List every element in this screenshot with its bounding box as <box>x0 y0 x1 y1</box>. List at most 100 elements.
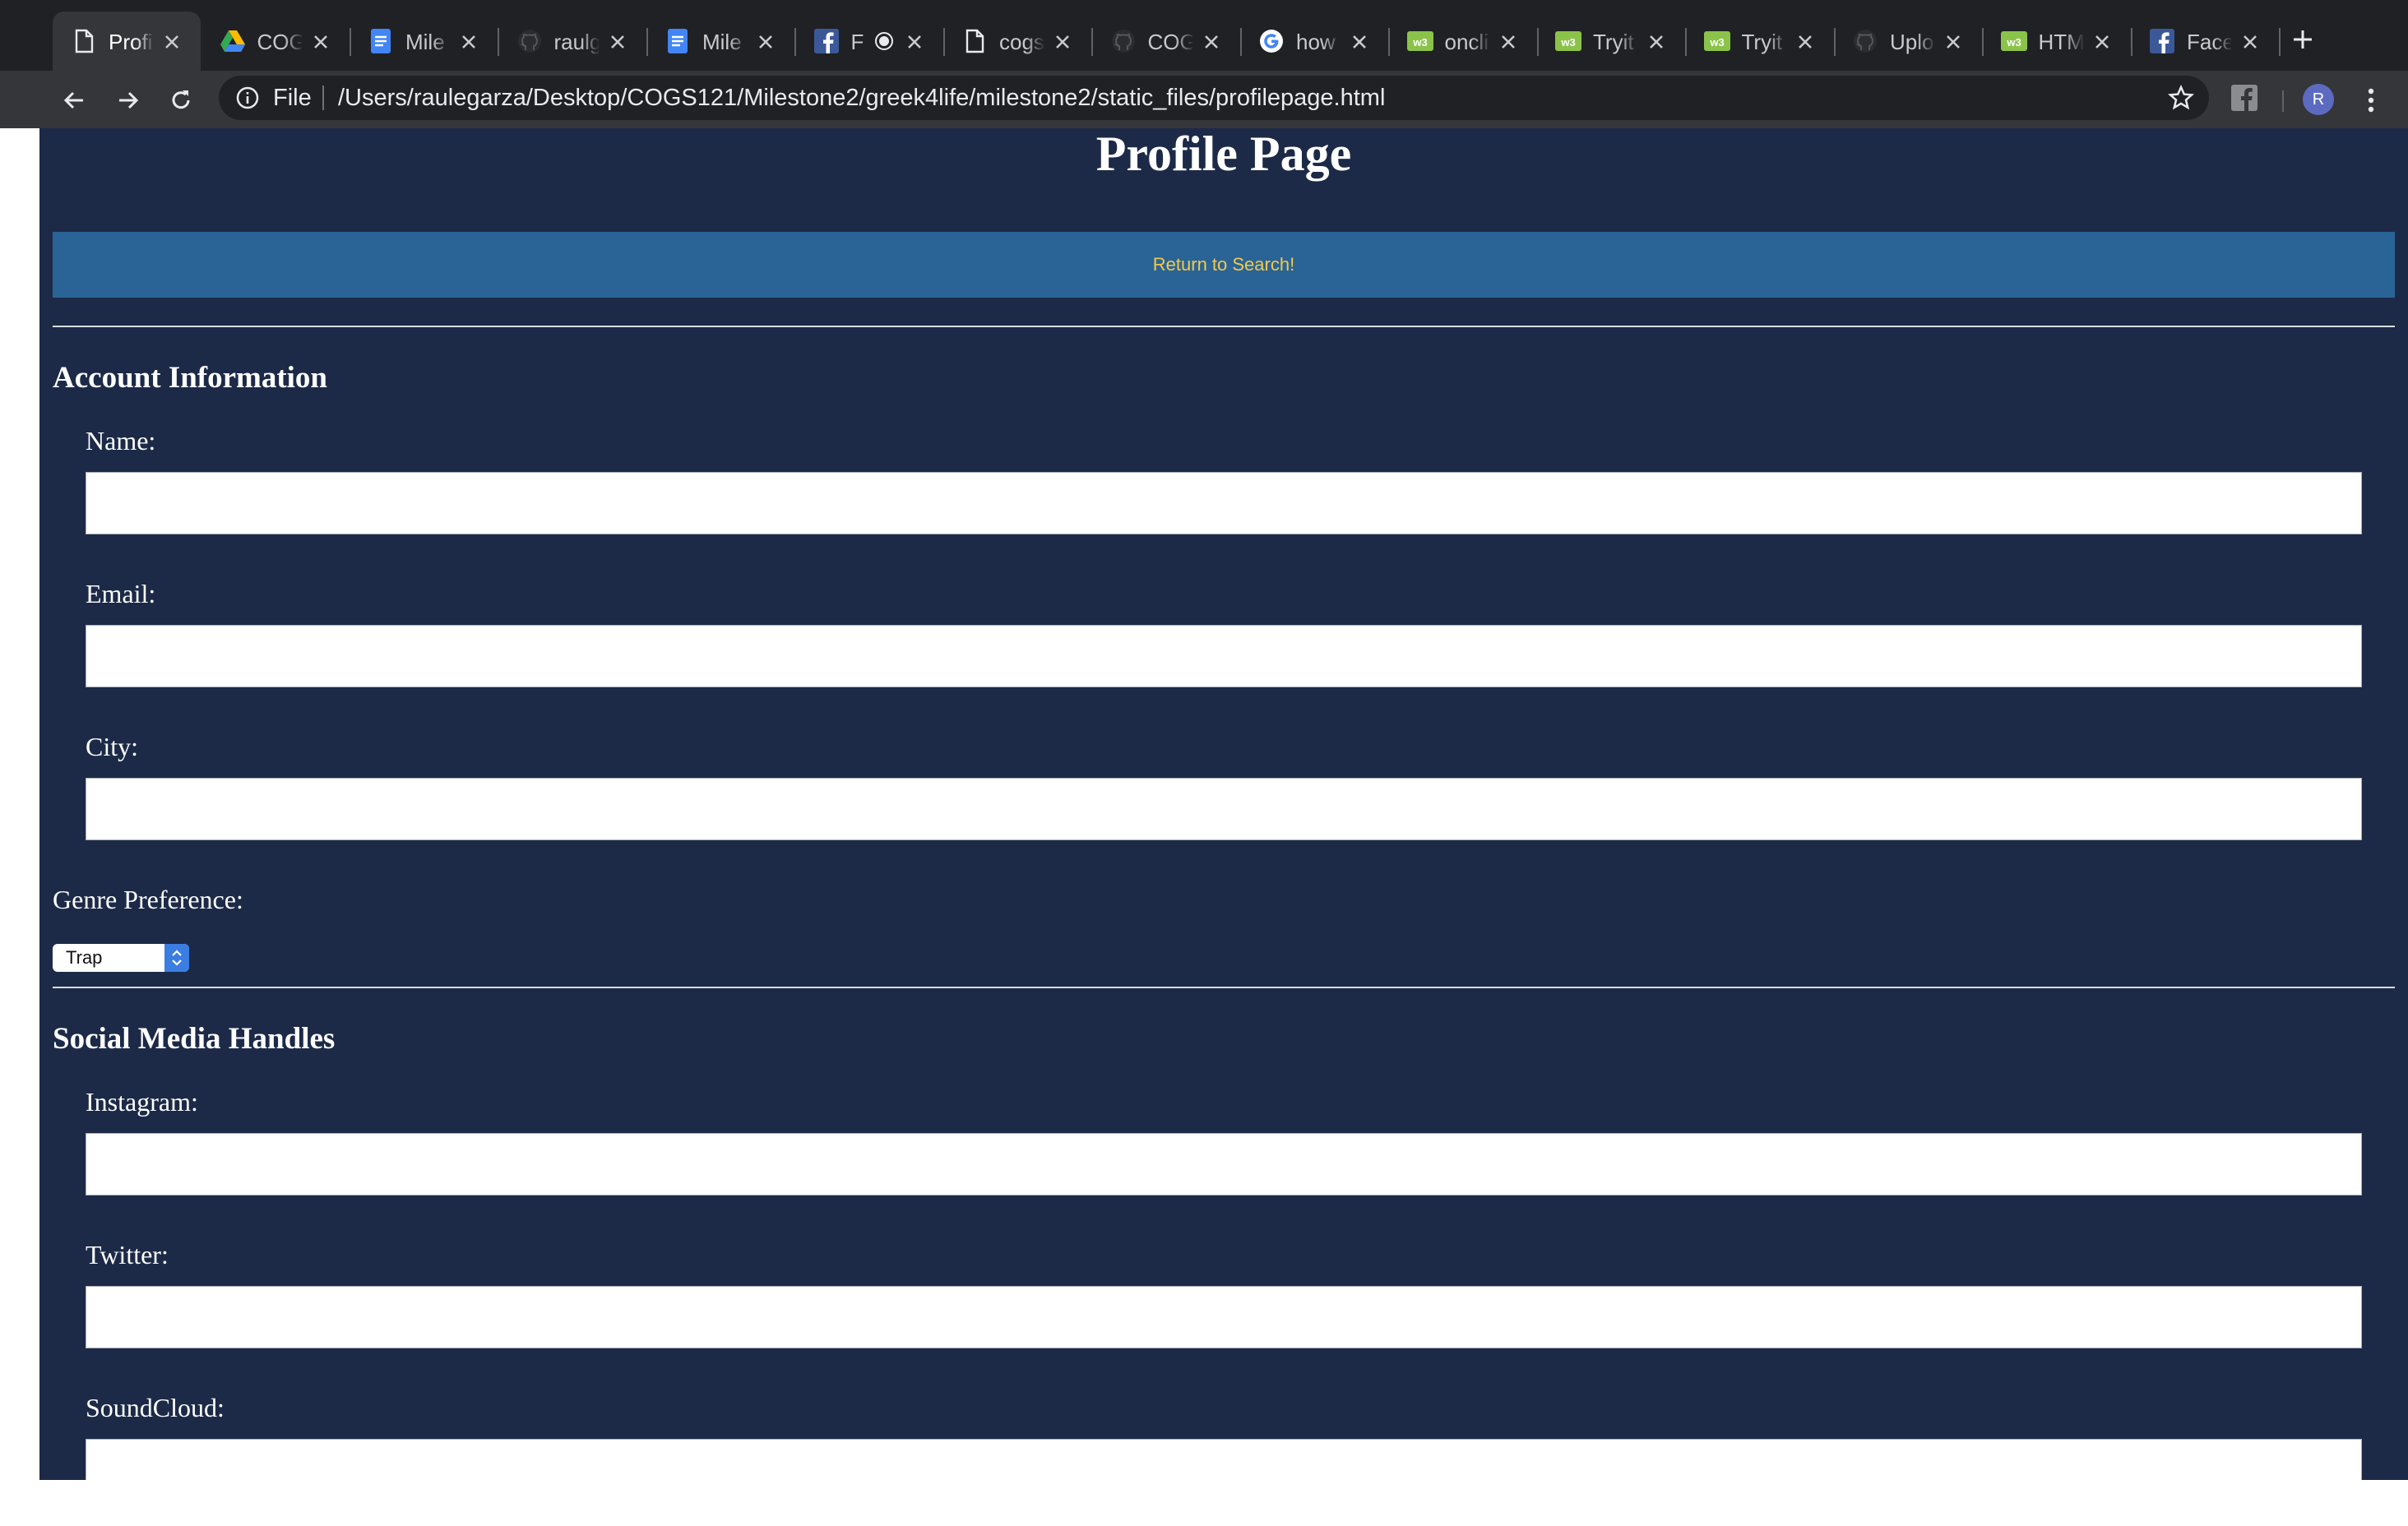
close-tab-icon[interactable] <box>2090 30 2114 54</box>
title-fade <box>1470 28 1491 56</box>
name-input[interactable] <box>86 472 2362 534</box>
browser-tab[interactable]: cogs <box>943 12 1093 71</box>
browser-tab[interactable]: COG <box>1092 12 1242 71</box>
close-tab-icon[interactable] <box>308 30 333 54</box>
title-fade <box>1619 28 1639 56</box>
recording-icon <box>874 31 894 51</box>
docs-icon <box>665 28 691 54</box>
browser-tab[interactable]: Profi <box>53 12 201 71</box>
genre-selected-value: Trap <box>66 947 103 968</box>
new-tab-button[interactable] <box>2286 23 2319 56</box>
title-fade <box>2064 28 2085 56</box>
profile-avatar[interactable]: R <box>2303 84 2334 115</box>
close-tab-icon[interactable] <box>902 30 927 54</box>
reload-icon <box>172 90 190 109</box>
browser-tab[interactable]: w3 Tryit <box>1686 12 1836 71</box>
close-tab-icon[interactable] <box>1050 30 1075 54</box>
address-bar[interactable]: File /Users/raulegarza/Desktop/COGS121/M… <box>219 76 2209 120</box>
title-fade <box>283 28 303 56</box>
instagram-input[interactable] <box>86 1133 2362 1195</box>
divider <box>322 86 324 110</box>
close-tab-icon[interactable] <box>753 30 778 54</box>
toolbar-divider <box>2282 90 2284 112</box>
title-fade <box>1767 28 1788 56</box>
tab-separator <box>2279 28 2281 56</box>
title-fade <box>1026 28 1045 56</box>
svg-text:w3: w3 <box>1412 36 1427 49</box>
browser-toolbar: File /Users/raulegarza/Desktop/COGS121/M… <box>0 71 2408 128</box>
return-banner[interactable]: Return to Search! <box>53 232 2395 298</box>
title-fade <box>580 28 600 56</box>
drive-icon <box>220 28 246 54</box>
close-tab-icon[interactable] <box>1496 30 1521 54</box>
close-tab-icon[interactable] <box>1941 30 1966 54</box>
title-fade <box>1174 28 1194 56</box>
browser-tab[interactable]: Face <box>2131 12 2281 71</box>
w3schools-icon: w3 <box>1555 28 1581 54</box>
title-fade <box>2213 28 2233 56</box>
github-icon <box>516 28 543 54</box>
email-label: Email: <box>86 579 156 608</box>
genre-preference-label: Genre Preference: <box>53 885 243 914</box>
social-media-heading: Social Media Handles <box>53 1022 336 1056</box>
close-tab-icon[interactable] <box>456 30 481 54</box>
bookmark-star-icon[interactable] <box>2168 85 2194 111</box>
close-tab-icon[interactable] <box>1793 30 1818 54</box>
w3schools-icon: w3 <box>1703 28 1730 54</box>
back-button[interactable] <box>58 84 90 117</box>
browser-tab[interactable]: Mile <box>646 12 796 71</box>
name-label: Name: <box>86 426 156 455</box>
w3schools-icon: w3 <box>2000 28 2027 54</box>
facebook-icon <box>813 28 840 54</box>
tab-title: F <box>850 30 864 54</box>
google-icon <box>1258 28 1285 54</box>
browser-tab[interactable]: w3 oncli <box>1389 12 1539 71</box>
browser-tab[interactable]: w3 Tryit <box>1537 12 1687 71</box>
soundcloud-label: SoundCloud: <box>86 1393 225 1422</box>
browser-tab[interactable]: F <box>795 12 945 71</box>
close-tab-icon[interactable] <box>2238 30 2262 54</box>
more-menu-icon[interactable] <box>2359 84 2383 117</box>
email-input[interactable] <box>86 625 2362 687</box>
title-fade <box>729 28 748 56</box>
city-input[interactable] <box>86 778 2362 840</box>
title-fade <box>135 28 155 56</box>
return-to-search-link[interactable]: Return to Search! <box>53 232 2395 298</box>
arrow-left-icon <box>63 91 83 109</box>
github-icon <box>1110 28 1137 54</box>
page-icon <box>961 28 988 54</box>
reload-button[interactable] <box>164 84 197 117</box>
browser-tab[interactable]: w3 HTM <box>1983 12 2132 71</box>
close-tab-icon[interactable] <box>605 30 630 54</box>
url-scheme: File <box>273 85 312 111</box>
github-icon <box>1852 28 1878 54</box>
divider <box>53 987 2395 988</box>
svg-text:w3: w3 <box>2006 36 2021 49</box>
svg-text:w3: w3 <box>1560 36 1575 49</box>
tab-strip: Profi COG Mile raulg Mile Fcogs COG how w3 oncli w… <box>0 0 2408 71</box>
close-tab-icon[interactable] <box>160 30 184 54</box>
genre-select[interactable]: Trap <box>53 944 189 972</box>
forward-button[interactable] <box>112 84 145 117</box>
facebook-extension-icon[interactable] <box>2230 84 2258 112</box>
twitter-input[interactable] <box>86 1286 2362 1348</box>
browser-tab[interactable]: Uplo <box>1834 12 1984 71</box>
close-tab-icon[interactable] <box>1199 30 1224 54</box>
select-arrows-icon <box>164 944 189 972</box>
browser-tab[interactable]: Mile <box>350 12 499 71</box>
facebook-icon <box>2149 28 2175 54</box>
soundcloud-input[interactable] <box>86 1439 2362 1480</box>
page-title: Profile Page <box>1095 128 1352 181</box>
info-icon[interactable] <box>235 86 260 110</box>
title-fade <box>432 28 452 56</box>
divider <box>53 326 2395 327</box>
title-fade <box>1916 28 1936 56</box>
url-text[interactable]: /Users/raulegarza/Desktop/COGS121/Milest… <box>338 76 1385 120</box>
browser-tab[interactable]: COG <box>201 12 351 71</box>
close-tab-icon[interactable] <box>1644 30 1669 54</box>
browser-tab[interactable]: raulg <box>498 12 648 71</box>
close-tab-icon[interactable] <box>1347 30 1372 54</box>
page-content: Profile Page Return to Search! Account I… <box>39 128 2408 1480</box>
docs-icon <box>368 28 394 54</box>
browser-tab[interactable]: how <box>1240 12 1390 71</box>
